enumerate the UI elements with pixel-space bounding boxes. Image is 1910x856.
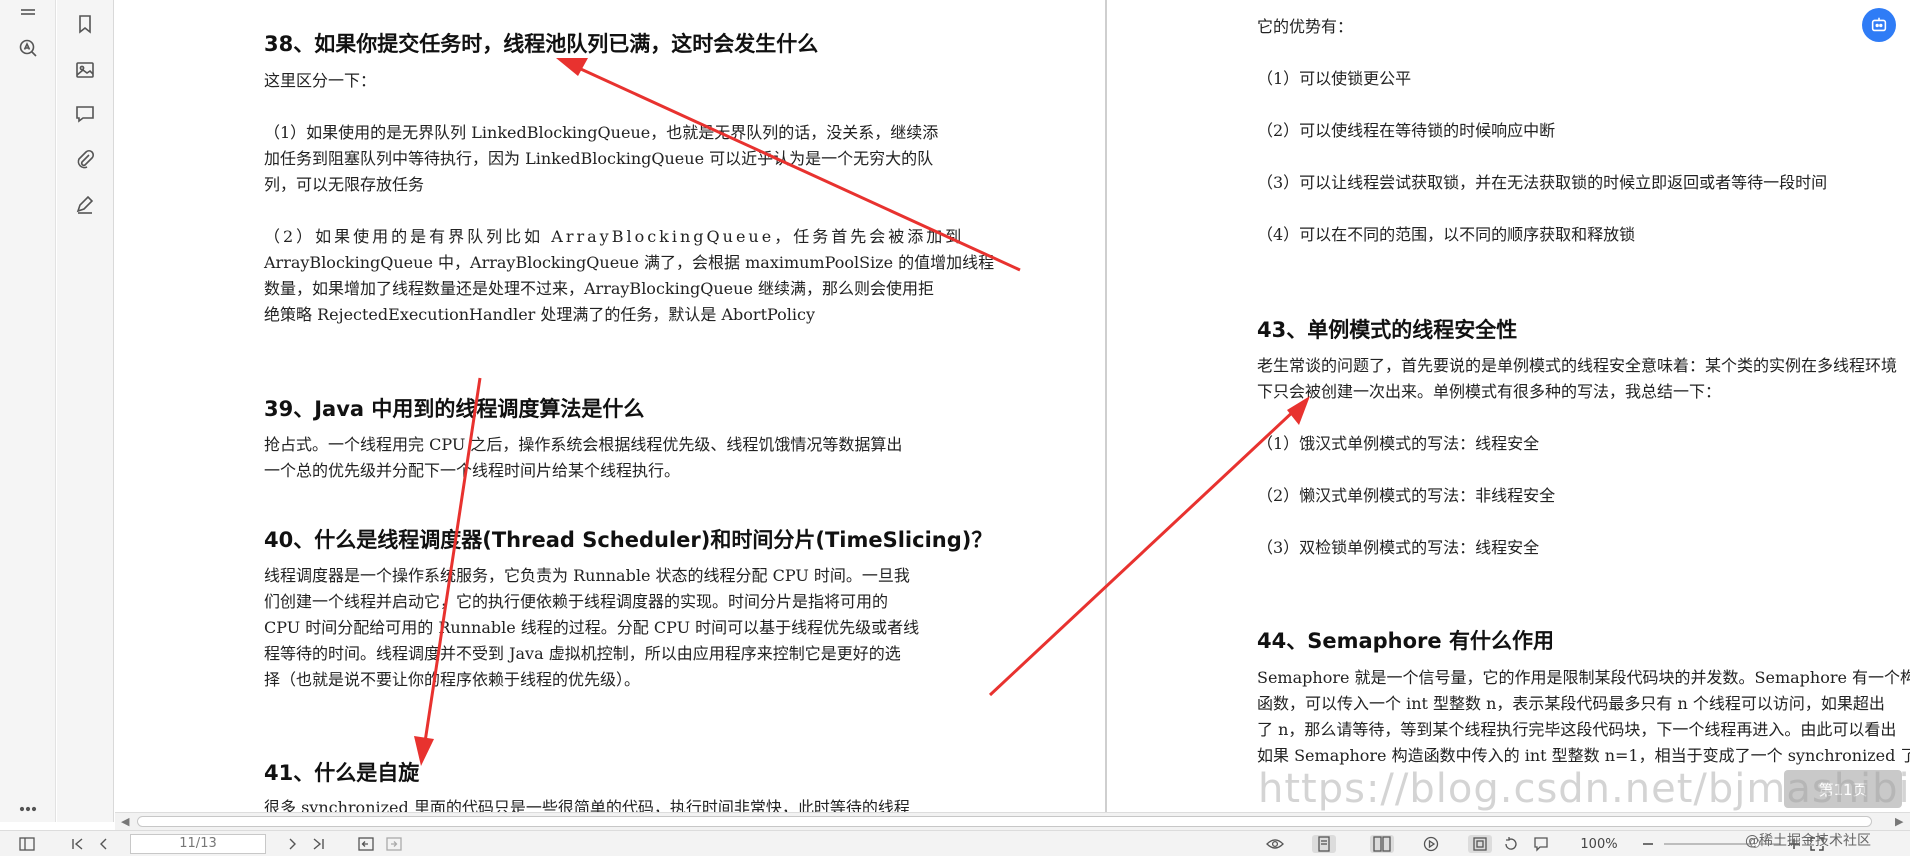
heading-q39: 39、Java 中用到的线程调度算法是什么	[264, 397, 645, 421]
advantages-intro: 它的优势有：	[1257, 17, 1354, 36]
q38-p2-line4: 绝策略 RejectedExecutionHandler 处理满了的任务，默认是…	[264, 305, 815, 324]
q44-line2: 函数，可以传入一个 int 型整数 n，表示某段代码最多只有 n 个线程可以访问…	[1257, 694, 1885, 713]
advantage-item: （1）可以使锁更公平	[1257, 69, 1412, 88]
q38-p1-line1: （1）如果使用的是无界队列 LinkedBlockingQueue，也就是无界队…	[264, 123, 939, 142]
image-icon[interactable]	[71, 56, 99, 84]
q38-p1-line3: 列，可以无限存放任务	[264, 175, 425, 194]
q38-intro: 这里区分一下：	[264, 71, 377, 90]
q39-line2: 一个总的优先级并分配下一个线程时间片给某个线程执行。	[264, 461, 681, 480]
heading-q41: 41、什么是自旋	[264, 761, 420, 785]
eye-protection-icon[interactable]	[1264, 835, 1286, 853]
fit-page-icon[interactable]	[1468, 835, 1492, 853]
previous-page-icon[interactable]	[94, 835, 114, 853]
document-page-left: 38、如果你提交任务时，线程池队列已满，这时会发生什么 这里区分一下： （1）如…	[115, 0, 1105, 812]
q43-item: （2）懒汉式单例模式的写法：非线程安全	[1257, 486, 1556, 505]
more-icon[interactable]	[14, 795, 42, 823]
play-icon[interactable]	[1420, 835, 1442, 853]
scroll-right-arrow-icon[interactable]: ▶	[1895, 815, 1903, 828]
q44-line1: Semaphore 就是一个信号量，它的作用是限制某段代码块的并发数。Semap…	[1257, 668, 1910, 687]
q39-line1: 抢占式。一个线程用完 CPU 之后，操作系统会根据线程优先级、线程饥饿情况等数据…	[264, 435, 903, 454]
pdf-reader-window: 38、如果你提交任务时，线程池队列已满，这时会发生什么 这里区分一下： （1）如…	[0, 0, 1910, 856]
document-page-right: 它的优势有： （1）可以使锁更公平 （2）可以使线程在等待锁的时候响应中断 （3…	[1107, 0, 1910, 812]
q41-line1: 很多 synchronized 里面的代码只是一些很简单的代码，执行时间非常快，…	[264, 798, 910, 812]
q43-line1: 老生常谈的问题了，首先要说的是单例模式的线程安全意味着：某个类的实例在多线程环境	[1257, 356, 1898, 375]
status-bar: 11/13 100%	[0, 830, 1910, 856]
rotate-icon[interactable]	[1500, 835, 1522, 853]
q44-line3: 了 n，那么请等待，等到某个线程执行完毕这段代码块，下一个线程再进入。由此可以看…	[1257, 720, 1897, 739]
page-number-indicator: 第11页	[1784, 770, 1902, 808]
advantage-item: （3）可以让线程尝试获取锁，并在无法获取锁的时候立即返回或者等待一段时间	[1257, 173, 1828, 192]
q40-line5: 择（也就是说不要让你的程序依赖于线程的优先级）。	[264, 670, 641, 689]
left-toolbar	[0, 0, 56, 822]
menu-icon[interactable]	[14, 2, 42, 30]
q40-line2: 们创建一个线程并启动它，它的执行便依赖于线程调度器的实现。时间分片是指将可用的	[264, 592, 889, 611]
last-page-icon[interactable]	[308, 835, 328, 853]
q38-p2-line2: ArrayBlockingQueue 中，ArrayBlockingQueue …	[264, 253, 995, 272]
q43-line2: 下只会被创建一次出来。单例模式有很多种的写法，我总结一下：	[1257, 382, 1722, 401]
heading-q38: 38、如果你提交任务时，线程池队列已满，这时会发生什么	[264, 32, 819, 56]
next-page-icon[interactable]	[282, 835, 302, 853]
annotate-icon[interactable]	[1530, 835, 1552, 853]
scrollbar-thumb[interactable]	[137, 816, 1872, 827]
heading-q40: 40、什么是线程调度器(Thread Scheduler)和时间分片(TimeS…	[264, 528, 993, 552]
comment-icon[interactable]	[71, 100, 99, 128]
assistant-icon[interactable]	[1862, 8, 1896, 42]
back-icon[interactable]	[356, 835, 376, 853]
heading-q44: 44、Semaphore 有什么作用	[1257, 629, 1554, 653]
advantage-item: （4）可以在不同的范围，以不同的顺序获取和释放锁	[1257, 225, 1636, 244]
q43-item: （1）饿汉式单例模式的写法：线程安全	[1257, 434, 1540, 453]
forward-icon[interactable]	[384, 835, 404, 853]
horizontal-scrollbar[interactable]: ◀ ▶	[115, 812, 1910, 830]
q40-line1: 线程调度器是一个操作系统服务，它负责为 Runnable 状态的线程分配 CPU…	[264, 566, 910, 585]
zoom-out-icon[interactable]	[1640, 835, 1656, 853]
single-page-view-icon[interactable]	[1312, 835, 1336, 853]
ai-search-icon[interactable]	[14, 34, 42, 62]
first-page-icon[interactable]	[68, 835, 88, 853]
zoom-level[interactable]: 100%	[1576, 835, 1622, 853]
advantage-item: （2）可以使线程在等待锁的时候响应中断	[1257, 121, 1556, 140]
bookmark-icon[interactable]	[71, 10, 99, 38]
q44-line4: 如果 Semaphore 构造函数中传入的 int 型整数 n=1，相当于变成了…	[1257, 746, 1910, 765]
heading-q43: 43、单例模式的线程安全性	[1257, 318, 1518, 342]
sidebar-toggle-icon[interactable]	[16, 835, 38, 853]
scroll-left-arrow-icon[interactable]: ◀	[121, 815, 129, 828]
community-credit: @稀土掘金技术社区	[1745, 833, 1871, 849]
q38-p2-line3: 数量，如果增加了线程数量还是处理不过来，ArrayBlockingQueue 继…	[264, 279, 935, 298]
side-panel-toolbar	[57, 0, 114, 822]
q43-item: （3）双检锁单例模式的写法：线程安全	[1257, 538, 1540, 557]
q40-line4: 程等待的时间。线程调度并不受到 Java 虚拟机控制，所以由应用程序来控制它是更…	[264, 644, 901, 663]
q38-p2-line1: （2）如果使用的是有界队列比如 ArrayBlockingQueue，任务首先会…	[264, 227, 965, 246]
two-page-view-icon[interactable]	[1370, 835, 1394, 853]
q38-p1-line2: 加任务到阻塞队列中等待执行，因为 LinkedBlockingQueue 可以近…	[264, 149, 934, 168]
signature-icon[interactable]	[71, 190, 99, 218]
q40-line3: CPU 时间分配给可用的 Runnable 线程的过程。分配 CPU 时间可以基…	[264, 618, 920, 637]
attachment-icon[interactable]	[71, 145, 99, 173]
page-number-input[interactable]: 11/13	[130, 834, 266, 854]
